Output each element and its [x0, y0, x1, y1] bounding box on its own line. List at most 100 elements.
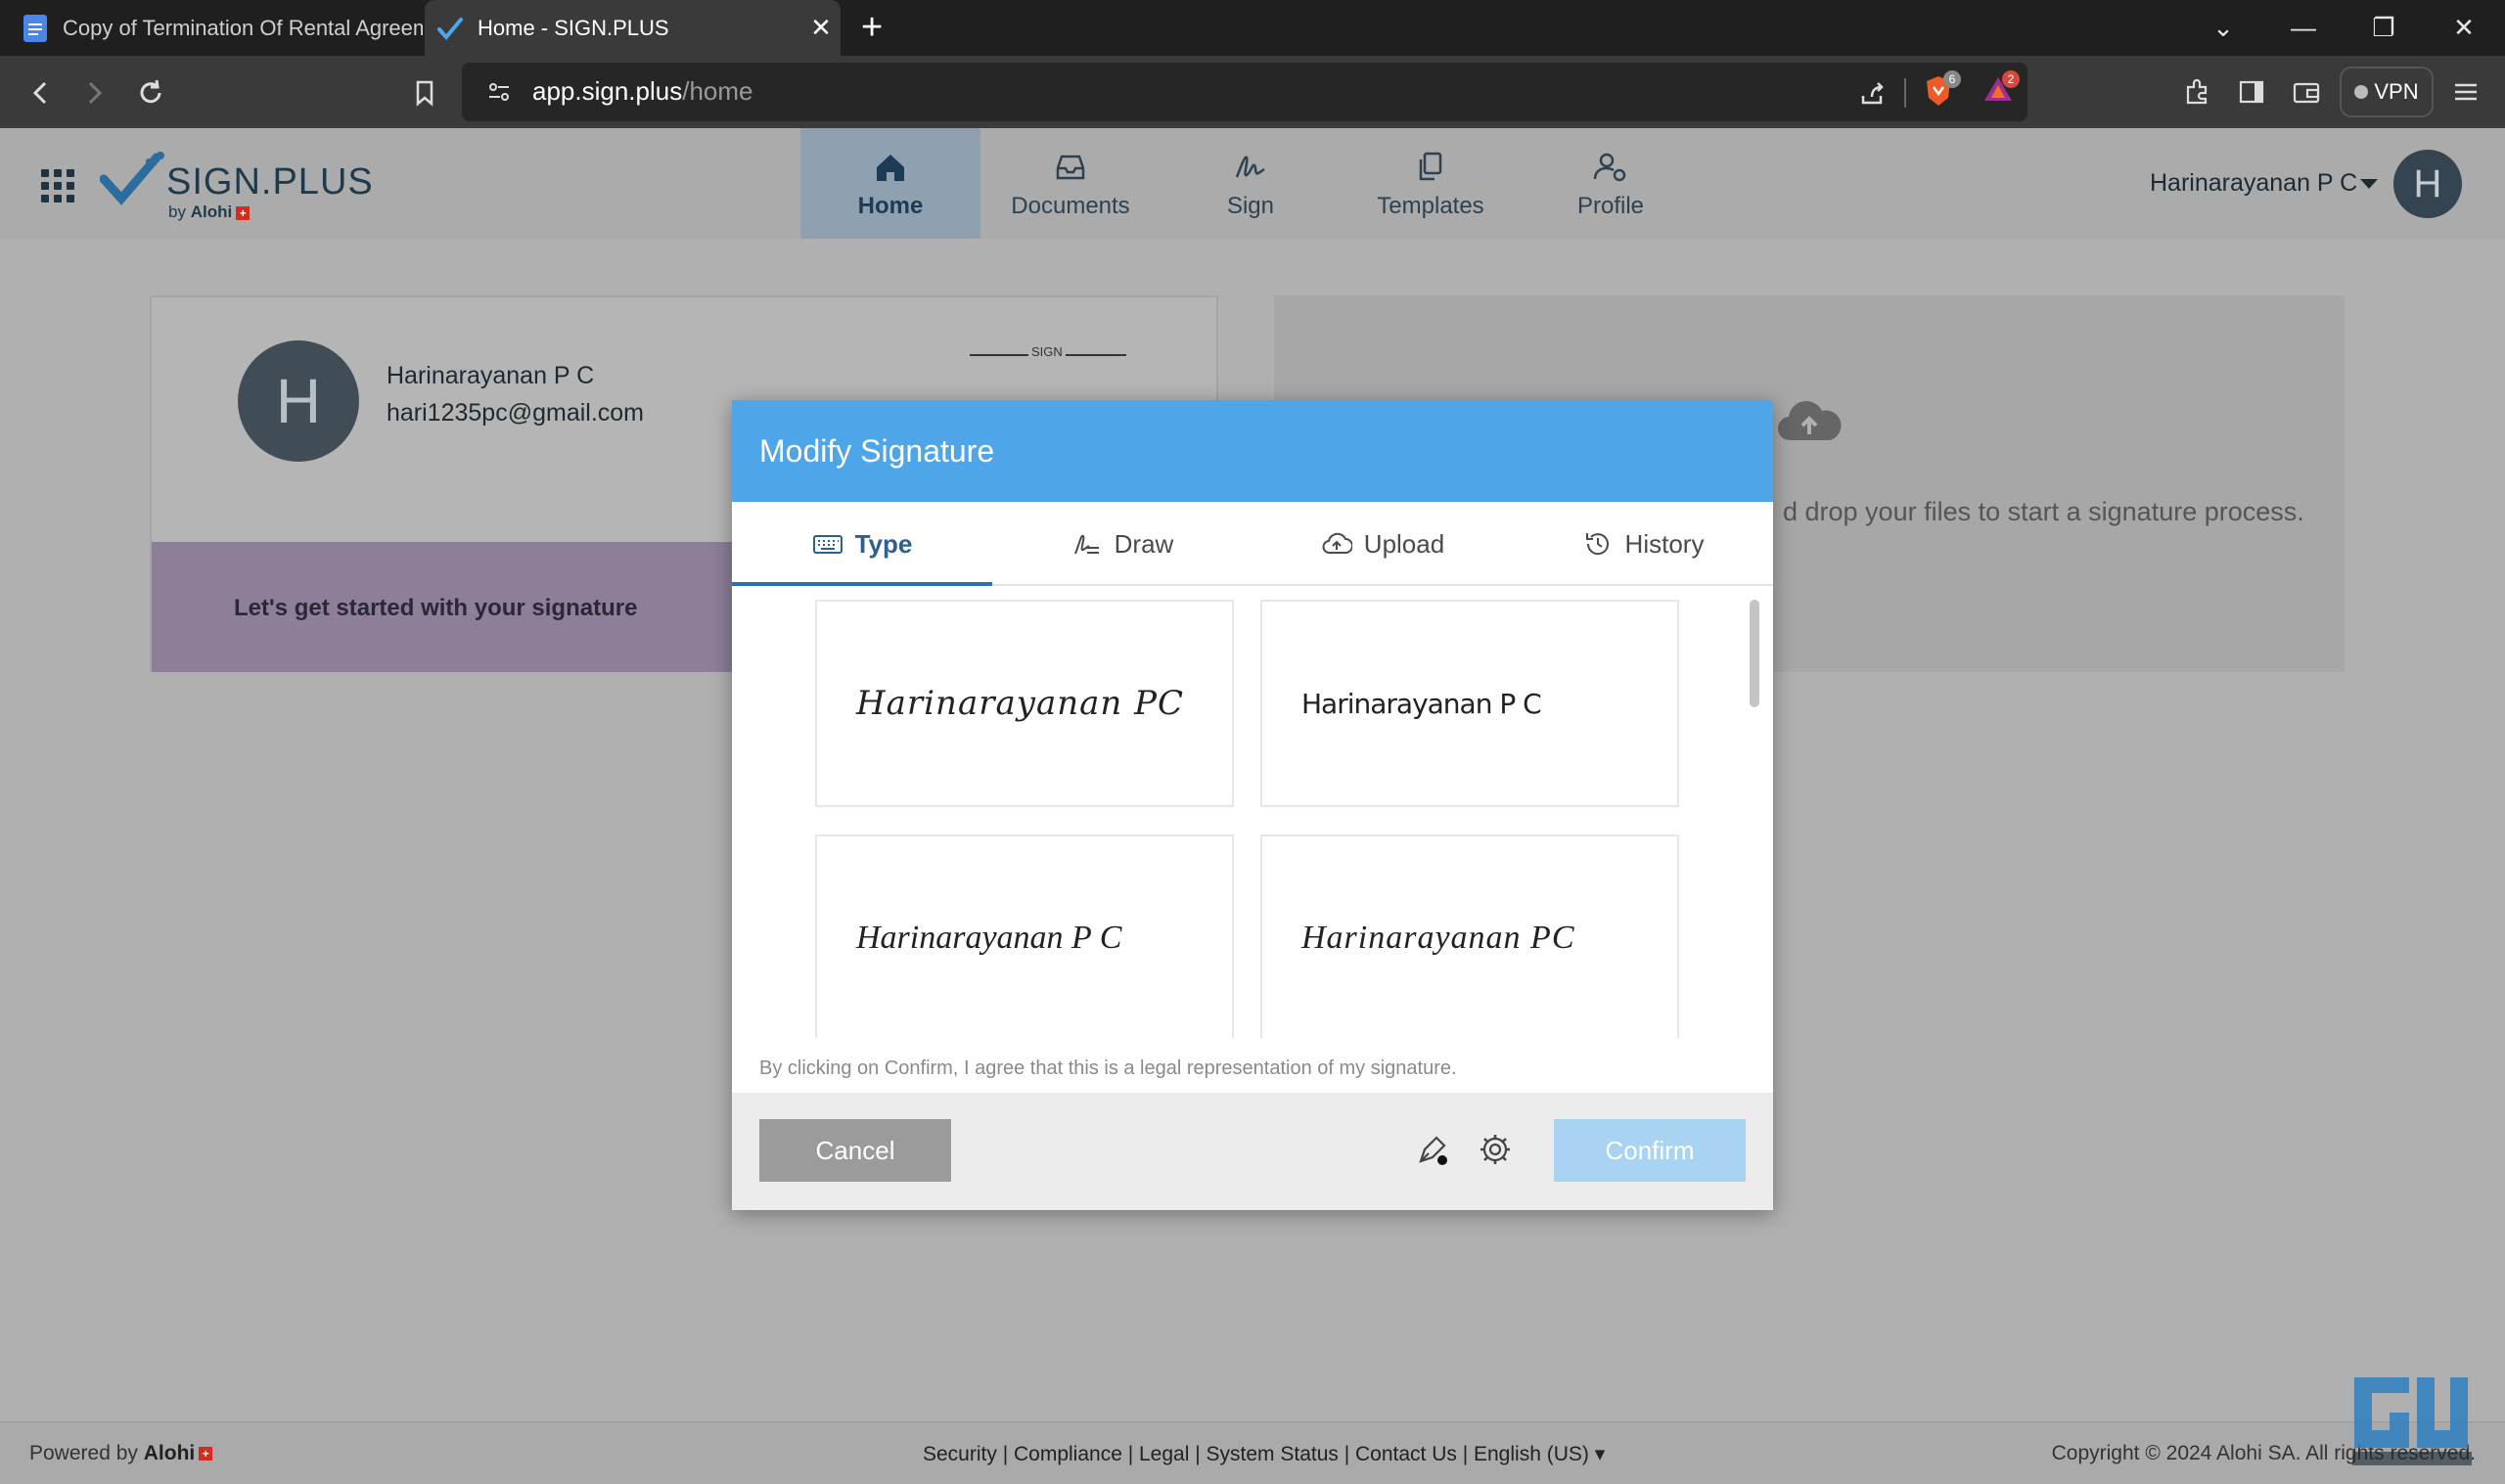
- gear-icon[interactable]: [1476, 1130, 1515, 1169]
- main-nav: Home Documents Sign Templates Profile: [800, 128, 1701, 239]
- tab-type-label: Type: [854, 528, 913, 559]
- profile-avatar: H: [238, 340, 359, 462]
- restore-button[interactable]: ❐: [2354, 8, 2413, 47]
- sidebar-icon[interactable]: [2235, 75, 2268, 109]
- powered-by: Powered by Alohi +: [29, 1442, 213, 1465]
- cloud-upload-icon: [1322, 532, 1352, 554]
- footer: Powered by Alohi + Security | Compliance …: [0, 1421, 2505, 1484]
- brave-shields-button[interactable]: 6: [1924, 70, 1961, 112]
- pen-color-icon[interactable]: [1413, 1130, 1452, 1169]
- nav-profile-label: Profile: [1576, 192, 1645, 219]
- site-settings-icon[interactable]: [485, 78, 513, 106]
- user-menu[interactable]: Harinarayanan P C: [2150, 169, 2357, 198]
- nav-home-label: Home: [857, 192, 924, 219]
- logo-check-icon: [99, 152, 164, 205]
- logo-byline: by Alohi +: [168, 202, 250, 222]
- nav-sign-label: Sign: [1226, 192, 1275, 219]
- footer-links-text[interactable]: Security | Compliance | Legal | System S…: [923, 1443, 1589, 1465]
- signature-option[interactable]: Harinarayanan PC: [1260, 834, 1679, 1038]
- signature-option[interactable]: Harinarayanan P C: [815, 834, 1234, 1038]
- language-caret-icon[interactable]: ▾: [1595, 1443, 1606, 1465]
- cancel-button[interactable]: Cancel: [759, 1119, 951, 1182]
- new-tab-button[interactable]: +: [861, 8, 883, 47]
- tab-title: Home - SIGN.PLUS: [478, 15, 669, 40]
- logo-brand: Alohi: [190, 202, 233, 221]
- forward-button[interactable]: [74, 73, 114, 112]
- tab-list-button[interactable]: ⌄: [2194, 8, 2253, 47]
- legal-notice: By clicking on Confirm, I agree that thi…: [759, 1057, 1457, 1079]
- wallet-icon[interactable]: [2290, 75, 2323, 109]
- nav-templates-label: Templates: [1377, 192, 1484, 219]
- browser-tab-google-docs[interactable]: Copy of Termination Of Rental Agreem: [0, 0, 423, 56]
- history-icon: [1585, 533, 1609, 556]
- watermark-logo: [2352, 1377, 2472, 1465]
- home-icon: [877, 154, 904, 181]
- browser-tab-signplus[interactable]: Home - SIGN.PLUS ✕: [425, 0, 841, 56]
- browser-tab-bar: Copy of Termination Of Rental Agreem Hom…: [0, 0, 2505, 56]
- nav-documents-label: Documents: [1011, 192, 1130, 219]
- url-text: app.sign.plus/home: [532, 76, 753, 107]
- arrow-left-icon: [32, 81, 47, 105]
- app-grid-icon[interactable]: [41, 169, 74, 202]
- back-button[interactable]: [22, 73, 61, 112]
- vpn-button[interactable]: VPN: [2340, 67, 2434, 117]
- url-host: app.sign.plus: [532, 76, 683, 106]
- minimize-button[interactable]: —: [2274, 8, 2333, 47]
- user-settings-icon: [1593, 153, 1626, 181]
- close-tab-icon[interactable]: ✕: [801, 13, 841, 43]
- tab-history[interactable]: History: [1513, 502, 1773, 586]
- nav-home[interactable]: Home: [800, 128, 980, 239]
- scrollbar[interactable]: [1750, 600, 1759, 707]
- active-tab-indicator: [732, 582, 992, 586]
- signplus-logo[interactable]: SIGN.PLUS by Alohi +: [99, 150, 373, 221]
- nav-templates[interactable]: Templates: [1341, 128, 1521, 239]
- url-path: /home: [682, 76, 753, 106]
- profile-email: hari1235pc@gmail.com: [387, 399, 645, 427]
- tab-type[interactable]: Type: [732, 502, 992, 586]
- footer-links[interactable]: Security | Compliance | Legal | System S…: [923, 1442, 1605, 1466]
- arrow-right-icon: [88, 81, 103, 105]
- chevron-down-icon[interactable]: [2360, 179, 2378, 189]
- keyboard-icon: [812, 535, 843, 554]
- swiss-flag-icon: +: [199, 1447, 213, 1462]
- signplus-favicon-icon: [436, 15, 464, 42]
- menu-icon[interactable]: [2449, 75, 2482, 109]
- tab-draw[interactable]: Draw: [992, 502, 1252, 586]
- vpn-label: VPN: [2374, 79, 2419, 104]
- tab-history-label: History: [1624, 528, 1705, 559]
- confirm-button[interactable]: Confirm: [1554, 1119, 1746, 1182]
- address-bar[interactable]: app.sign.plus/home 6 2: [462, 63, 2027, 121]
- tab-title: Copy of Termination Of Rental Agreem: [63, 15, 423, 40]
- signature-icon: [1235, 156, 1265, 177]
- tab-upload[interactable]: Upload: [1252, 502, 1513, 586]
- extensions-icon[interactable]: [2180, 75, 2213, 109]
- swiss-flag-icon: +: [236, 205, 250, 220]
- modify-signature-dialog: Modify Signature Type Draw Upload Histor…: [732, 400, 1773, 1210]
- inbox-icon: [1056, 155, 1085, 179]
- cloud-upload-icon: [1777, 401, 1842, 441]
- browser-toolbar: app.sign.plus/home 6 2 VPN: [0, 56, 2505, 128]
- share-icon[interactable]: [1855, 76, 1889, 110]
- signature-tabs: Type Draw Upload History: [732, 502, 1773, 586]
- profile-name: Harinarayanan P C: [387, 362, 595, 389]
- dialog-title: Modify Signature: [759, 433, 995, 469]
- brave-rewards-button[interactable]: 2: [1982, 70, 2020, 112]
- avatar[interactable]: H: [2393, 150, 2462, 218]
- get-started-text: Let's get started with your signature: [234, 595, 638, 621]
- signature-option[interactable]: Harinarayanan PC: [815, 600, 1234, 807]
- divider: [1904, 78, 1906, 108]
- footer-brand[interactable]: Alohi: [144, 1442, 196, 1464]
- signature-options: Harinarayanan PC Harinarayanan P C Harin…: [732, 588, 1773, 1038]
- nav-documents[interactable]: Documents: [980, 128, 1161, 239]
- docs-icon: [22, 14, 49, 42]
- dialog-footer: Cancel Confirm: [732, 1093, 1773, 1210]
- signature-option[interactable]: Harinarayanan P C: [1260, 600, 1679, 807]
- nav-profile[interactable]: Profile: [1521, 128, 1701, 239]
- close-window-button[interactable]: ✕: [2435, 8, 2493, 47]
- tab-draw-label: Draw: [1114, 528, 1174, 559]
- reload-button[interactable]: [131, 73, 170, 112]
- bookmark-button[interactable]: [405, 73, 444, 112]
- logo-by: by: [168, 202, 186, 221]
- powered-by-text: Powered by: [29, 1442, 138, 1464]
- nav-sign[interactable]: Sign: [1161, 128, 1341, 239]
